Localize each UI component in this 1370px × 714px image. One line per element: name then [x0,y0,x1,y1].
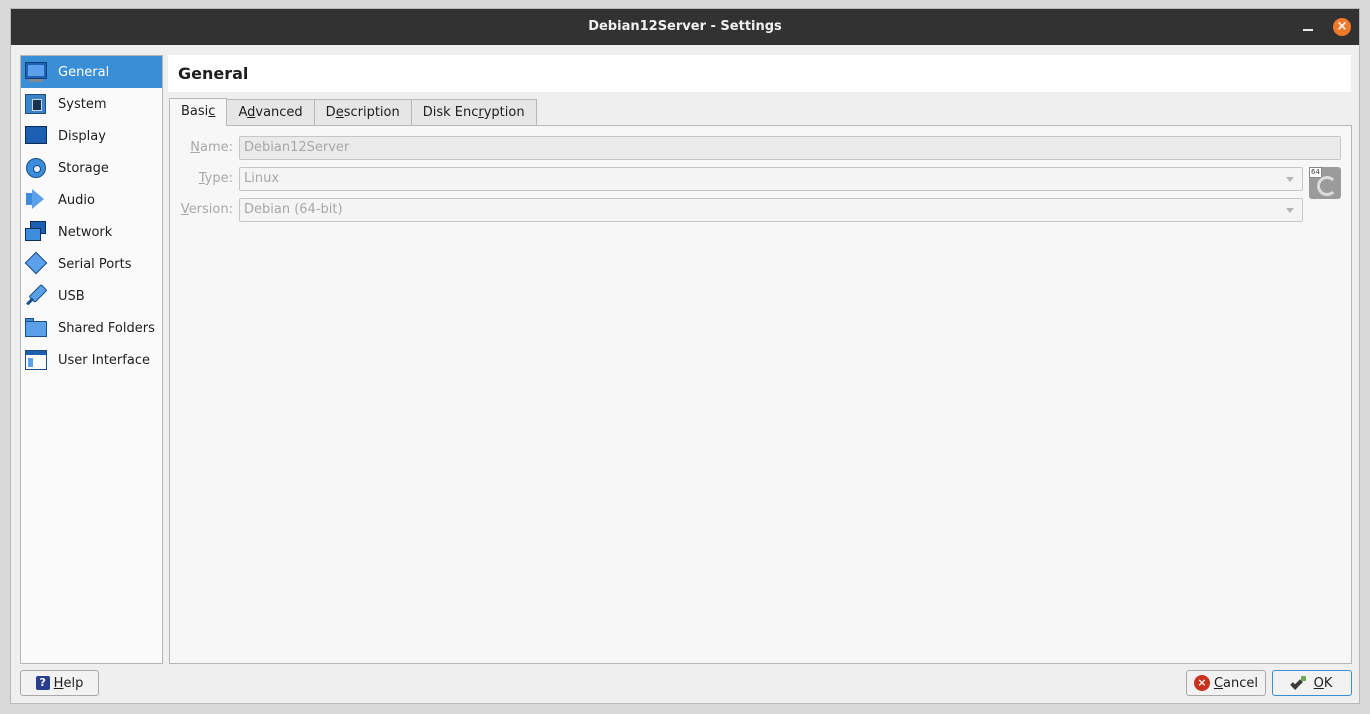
tab-bar: Basic Advanced Description Disk Encrypti… [169,98,537,126]
speaker-icon [24,189,48,211]
settings-sidebar: General System Display Storage Audio Net… [20,55,163,664]
page-header: General [168,55,1351,92]
sidebar-item-storage[interactable]: Storage [21,152,162,184]
ok-button[interactable]: OK [1272,670,1352,696]
settings-window: Debian12Server - Settings × General Syst… [10,8,1360,704]
tab-label: yption [483,105,525,120]
button-label: K [1323,675,1333,691]
sidebar-item-user-interface[interactable]: User Interface [21,344,162,376]
os-bitness-badge: 64 [1309,167,1322,178]
motherboard-icon [24,93,48,115]
name-label: Name: [181,140,233,155]
chevron-down-icon [1286,208,1294,213]
title-bar[interactable]: Debian12Server - Settings × [11,9,1359,45]
tab-advanced[interactable]: Advanced [226,99,315,125]
checkmark-icon [1292,675,1308,691]
sidebar-item-network[interactable]: Network [21,216,162,248]
tab-label: A [238,105,248,120]
sidebar-item-display[interactable]: Display [21,120,162,152]
sidebar-item-label: USB [58,288,85,304]
tab-basic[interactable]: Basic [169,98,228,126]
label-mnemonic: N [190,140,200,155]
minimize-icon[interactable] [1303,21,1313,31]
label-text: ame: [199,140,233,155]
sidebar-item-label: System [58,96,107,112]
button-mnemonic: C [1213,675,1224,691]
label-mnemonic: V [180,202,189,217]
type-select[interactable]: Linux [239,167,1303,191]
page-title: General [178,64,249,83]
sidebar-item-label: Storage [58,160,109,176]
label-text: ersion: [188,202,233,217]
cancel-button[interactable]: × Cancel [1186,670,1266,696]
network-icon [24,221,48,243]
button-mnemonic: O [1313,675,1324,691]
sidebar-item-label: Shared Folders [58,320,155,336]
chevron-down-icon [1286,177,1294,182]
os-type-icon: 64 [1309,167,1341,199]
tab-label: Basi [181,104,209,119]
window-title: Debian12Server - Settings [588,19,782,34]
version-select[interactable]: Debian (64-bit) [239,198,1303,222]
sidebar-item-shared-folders[interactable]: Shared Folders [21,312,162,344]
tab-mnemonic: c [208,104,216,119]
sidebar-item-label: Display [58,128,106,144]
sidebar-item-label: Network [58,224,113,240]
tab-label: Disk Enc [422,105,479,120]
disk-icon [24,157,48,179]
sidebar-item-label: General [58,64,110,80]
sidebar-item-usb[interactable]: USB [21,280,162,312]
label-text: ype: [204,171,233,186]
sidebar-item-system[interactable]: System [21,88,162,120]
usb-icon [24,283,48,307]
name-field[interactable]: Debian12Server [239,136,1341,160]
tab-label: vanced [255,105,303,120]
button-label: elp [63,675,84,691]
monitor-icon [24,61,48,83]
help-button[interactable]: ? Help [20,670,99,696]
display-icon [24,125,48,147]
type-value: Linux [244,171,280,186]
button-label: ancel [1223,675,1259,691]
serial-port-icon [24,251,48,275]
name-value: Debian12Server [244,140,350,155]
tab-disk-encryption[interactable]: Disk Encryption [410,99,537,125]
user-interface-icon [24,349,48,371]
help-icon: ? [35,676,50,690]
version-label: Version: [171,202,233,217]
sidebar-item-serial-ports[interactable]: Serial Ports [21,248,162,280]
tab-label: D [325,105,336,120]
sidebar-item-general[interactable]: General [21,56,162,88]
button-mnemonic: H [53,675,64,691]
close-icon[interactable]: × [1333,18,1351,36]
folder-icon [24,317,48,339]
cancel-icon: × [1193,675,1210,691]
tab-description[interactable]: Description [313,99,412,125]
version-value: Debian (64-bit) [244,202,343,217]
tab-mnemonic: e [335,105,344,120]
tab-label: scription [343,105,400,120]
sidebar-item-label: Audio [58,192,95,208]
sidebar-item-audio[interactable]: Audio [21,184,162,216]
type-label: Type: [181,171,233,186]
sidebar-item-label: Serial Ports [58,256,132,272]
sidebar-item-label: User Interface [58,352,150,368]
